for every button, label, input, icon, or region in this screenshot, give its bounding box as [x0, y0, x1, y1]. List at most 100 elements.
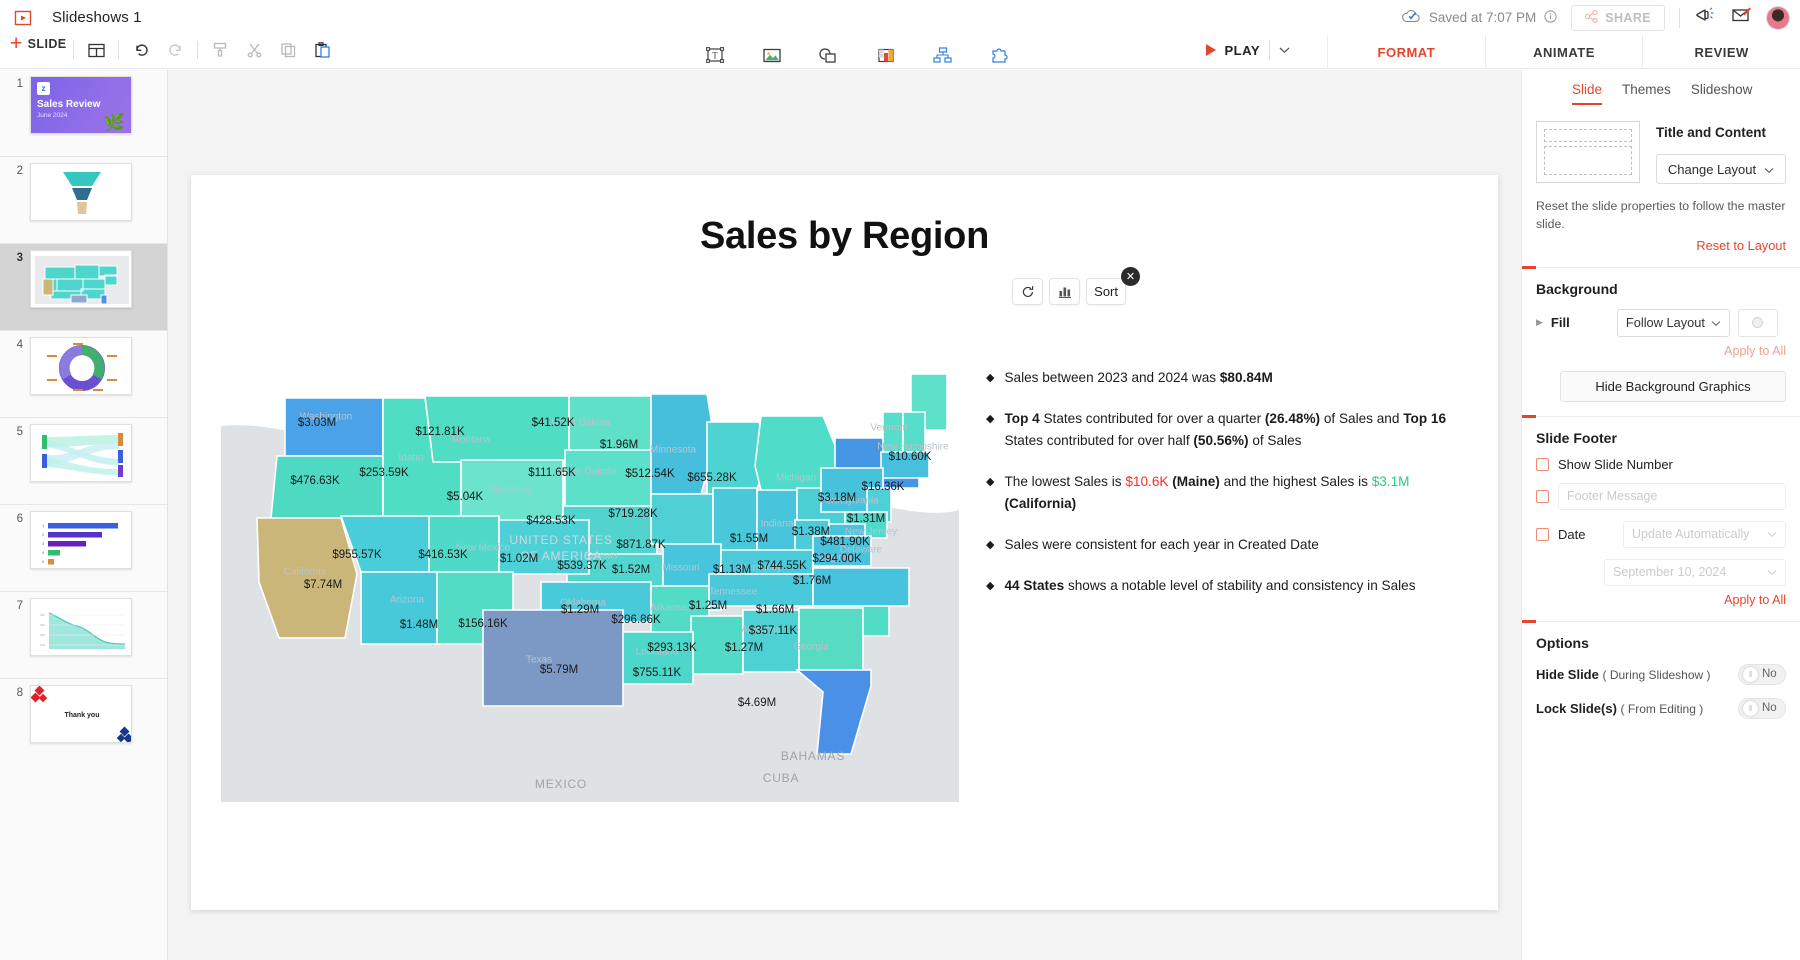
sales-map-chart[interactable]: Washington Idaho Wyoming North Dakota So…	[221, 360, 959, 802]
lock-slide-value: No	[1762, 702, 1777, 714]
layout-preview[interactable]	[1536, 121, 1640, 183]
geo-label-washington: Washington	[300, 412, 352, 423]
sub-tab-slide[interactable]: Slide	[1572, 82, 1602, 105]
slide-number: 1	[0, 76, 30, 90]
date-checkbox[interactable]	[1536, 528, 1549, 541]
geo-label-louisiana: Louisiana	[636, 647, 679, 658]
date-mode-select[interactable]: Update Automatically	[1623, 521, 1786, 548]
tab-review[interactable]: REVIEW	[1642, 35, 1800, 69]
format-painter-icon[interactable]	[203, 35, 237, 65]
slide-thumbnail[interactable]: z Sales Review June 2024 🌿	[30, 76, 132, 134]
lock-slide-label: Lock Slide(s) ( From Editing )	[1536, 701, 1703, 716]
lock-slide-toggle[interactable]: ‖ No	[1738, 698, 1786, 719]
slide-thumb-4[interactable]: 4	[0, 331, 167, 417]
background-heading: Background	[1522, 268, 1800, 297]
slideshow-logo-icon[interactable]	[12, 7, 34, 29]
cloud-check-icon	[1401, 9, 1421, 26]
geo-label-texas: Texas	[526, 655, 552, 666]
footer-message-row[interactable]: Footer Message	[1522, 472, 1800, 510]
toolbar-icons	[68, 35, 339, 65]
cut-icon[interactable]	[237, 35, 271, 65]
diagram-icon	[932, 46, 954, 71]
bar-chart-icon	[1058, 285, 1072, 298]
geo-label-usa-line1: UNITED STATES	[509, 533, 612, 547]
slide-thumbnail[interactable]	[30, 163, 132, 221]
divider	[1522, 416, 1800, 417]
date-row[interactable]: Date Update Automatically	[1522, 510, 1800, 548]
show-slide-number-row[interactable]: Show Slide Number	[1522, 446, 1800, 472]
date-value-select[interactable]: September 10, 2024	[1604, 559, 1786, 586]
paste-icon[interactable]	[305, 35, 339, 65]
footer-message-checkbox[interactable]	[1536, 490, 1549, 503]
slide-thumb-3[interactable]: 3	[0, 244, 167, 330]
slide-thumb-1[interactable]: 1 z Sales Review June 2024 🌿	[0, 70, 167, 156]
share-button[interactable]: SHARE	[1571, 5, 1665, 31]
expand-triangle-icon[interactable]: ▶	[1536, 317, 1543, 328]
background-apply-to-all[interactable]: Apply to All	[1522, 337, 1800, 358]
geo-label-south-dakota: South Dakota	[556, 467, 617, 478]
hide-slide-toggle[interactable]: ‖ No	[1738, 664, 1786, 685]
feedback-mail-icon[interactable]	[1730, 5, 1752, 30]
slide-thumbnail[interactable]	[30, 250, 132, 308]
hide-background-graphics-button[interactable]: Hide Background Graphics	[1560, 371, 1786, 402]
slide-thumbnail[interactable]: 400300200100	[30, 598, 132, 656]
donut-chart-preview	[31, 338, 132, 395]
slide-thumb-6[interactable]: 6 12345	[0, 505, 167, 591]
fill-select[interactable]: Follow Layout	[1617, 309, 1730, 337]
undo-icon[interactable]	[124, 35, 158, 65]
slide-thumbnail-panel[interactable]: 1 z Sales Review June 2024 🌿 2 3	[0, 70, 168, 960]
slide-number: 2	[0, 163, 30, 177]
chevron-down-icon[interactable]	[1279, 41, 1290, 59]
share-label: SHARE	[1605, 11, 1651, 25]
slide-thumbnail[interactable]	[30, 337, 132, 395]
slide-title[interactable]: Sales by Region	[191, 215, 1498, 258]
slide-thumb-5[interactable]: 5	[0, 418, 167, 504]
slide-thumbnail[interactable]: 12345	[30, 511, 132, 569]
fill-color-button[interactable]	[1738, 309, 1778, 337]
close-icon[interactable]: ✕	[1121, 267, 1140, 286]
reset-to-layout-link[interactable]: Reset to Layout	[1522, 234, 1800, 253]
slide-thumbnail[interactable]: Thank you	[30, 685, 132, 743]
redo-icon[interactable]	[158, 35, 192, 65]
announcement-icon[interactable]	[1694, 5, 1716, 30]
chart-type-button[interactable]	[1049, 278, 1080, 305]
show-slide-number-checkbox[interactable]	[1536, 458, 1549, 471]
document-title[interactable]: Slideshows 1	[52, 9, 142, 26]
tab-animate[interactable]: ANIMATE	[1485, 35, 1643, 69]
slide-number: 6	[0, 511, 30, 525]
play-button[interactable]: PLAY	[1206, 40, 1290, 60]
info-icon[interactable]	[1544, 10, 1557, 26]
geo-label-arkansas: Arkansas	[650, 603, 692, 614]
footer-message-input[interactable]: Footer Message	[1558, 483, 1786, 510]
refresh-button[interactable]	[1012, 278, 1043, 305]
date-value-row[interactable]: September 10, 2024	[1522, 548, 1800, 586]
add-slide-button[interactable]: + SLIDE	[10, 37, 66, 51]
bullet-text: 44 States shows a notable level of stabi…	[1004, 575, 1415, 597]
copy-icon[interactable]	[271, 35, 305, 65]
chevron-down-icon	[1711, 315, 1721, 330]
svg-text:2: 2	[42, 532, 45, 537]
geo-label-minnesota: Minnesota	[650, 445, 696, 456]
layout-icon[interactable]	[79, 35, 113, 65]
sub-tab-themes[interactable]: Themes	[1622, 82, 1671, 105]
layout-section: Title and Content Change Layout	[1522, 105, 1800, 184]
reset-description: Reset the slide properties to follow the…	[1522, 184, 1800, 234]
play-label: PLAY	[1225, 43, 1260, 58]
sort-button[interactable]: Sort	[1086, 278, 1126, 305]
avatar[interactable]	[1766, 6, 1790, 30]
slide-thumbnail[interactable]	[30, 424, 132, 482]
slide-thumb-8[interactable]: 8 Thank you	[0, 679, 167, 765]
options-heading: Options	[1522, 622, 1800, 651]
slide-surface[interactable]: Sales by Region Sort ✕	[191, 175, 1498, 910]
footer-apply-to-all[interactable]: Apply to All	[1522, 586, 1800, 607]
slide-thumb-2[interactable]: 2	[0, 157, 167, 243]
layout-info: Title and Content Change Layout	[1656, 121, 1786, 184]
tab-format[interactable]: FORMAT	[1327, 35, 1485, 69]
insights-list[interactable]: ◆ Sales between 2023 and 2024 was $80.84…	[986, 367, 1466, 616]
sub-tab-slideshow[interactable]: Slideshow	[1691, 82, 1753, 105]
slide-thumb-7[interactable]: 7 400300200100	[0, 592, 167, 678]
geo-label-oklahoma: Oklahoma	[560, 598, 606, 609]
list-item: ◆ Sales were consistent for each year in…	[986, 534, 1466, 556]
change-layout-button[interactable]: Change Layout	[1656, 154, 1786, 184]
diamond-bullet-icon: ◆	[986, 575, 994, 597]
